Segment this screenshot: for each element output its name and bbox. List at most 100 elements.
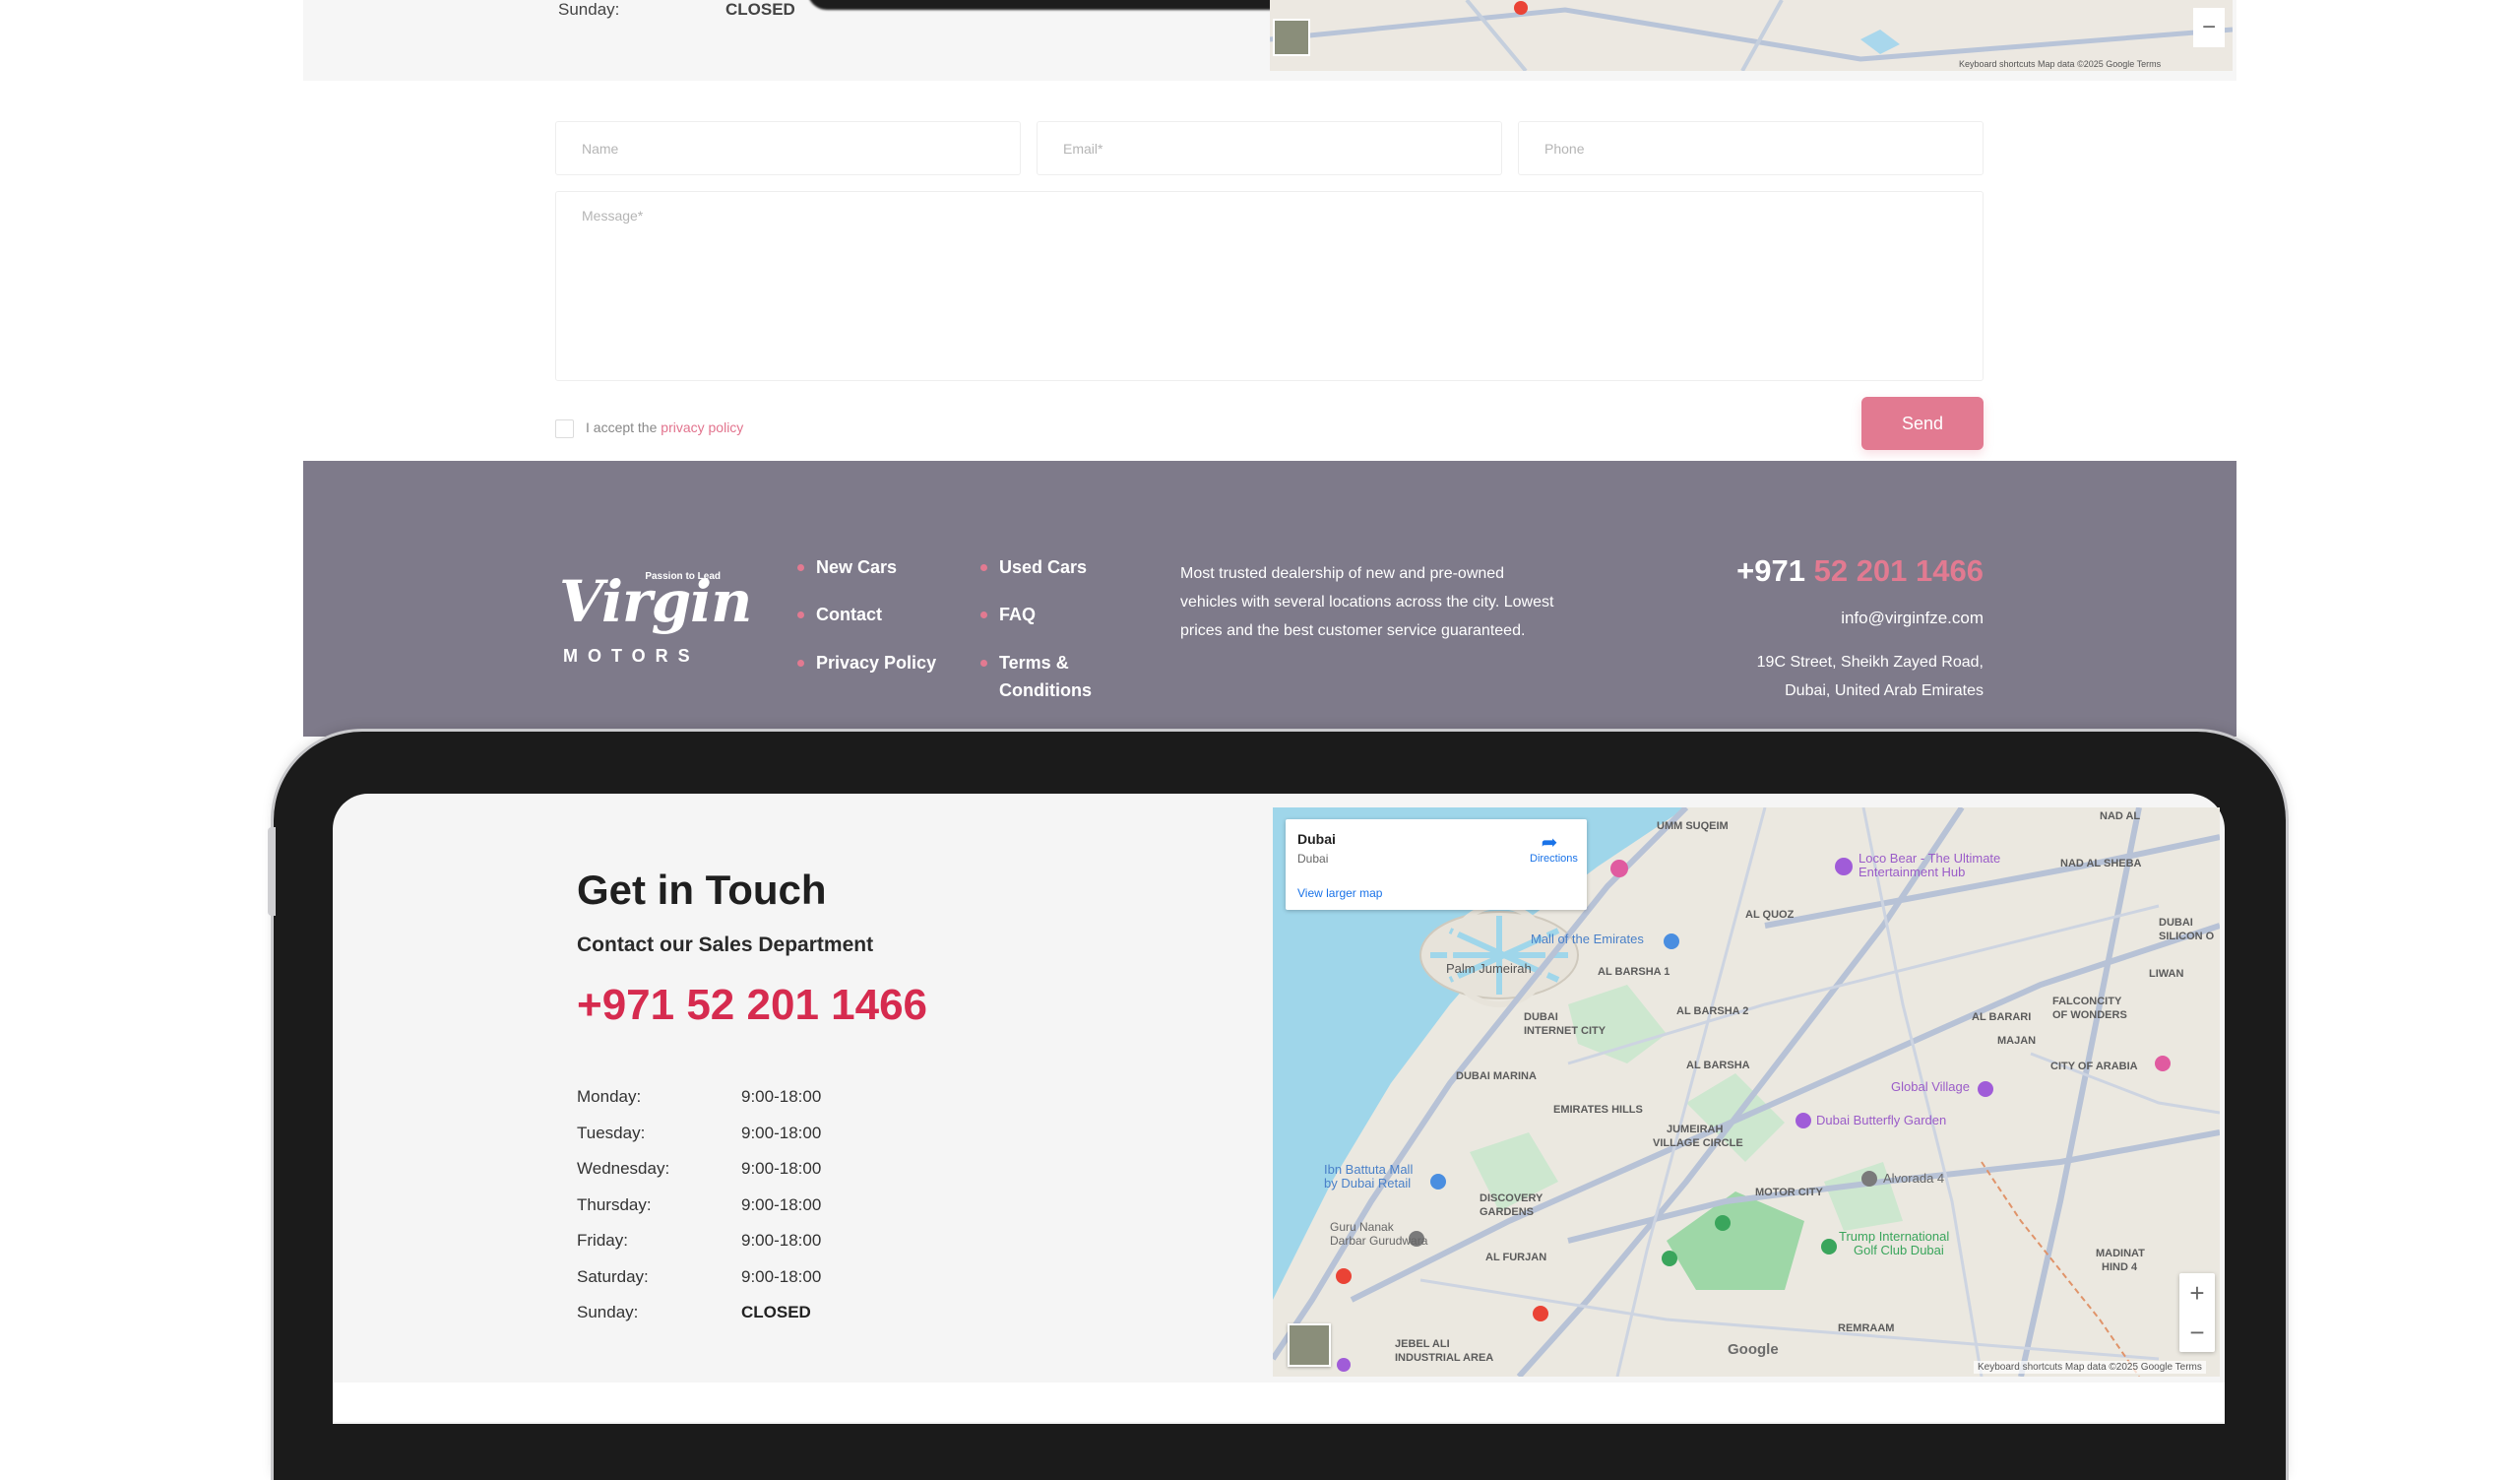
- footer-phone[interactable]: +971 52 201 1466: [1673, 553, 1984, 589]
- svg-text:Trump International: Trump International: [1839, 1229, 1949, 1244]
- footer-link-used-cars[interactable]: Used Cars: [980, 553, 1087, 581]
- hours-time: 9:00-18:00: [741, 1087, 822, 1107]
- svg-text:NAD AL SHEBA: NAD AL SHEBA: [2060, 858, 2142, 869]
- footer-link-faq[interactable]: FAQ: [980, 601, 1036, 628]
- footer-link-label: Privacy Policy: [816, 653, 937, 673]
- hours-row-thursday: Thursday: 9:00-18:00: [577, 1188, 951, 1224]
- svg-text:EMIRATES HILLS: EMIRATES HILLS: [1553, 1104, 1643, 1116]
- opening-hours: Monday: 9:00-18:00 Tuesday: 9:00-18:00 Wed…: [577, 1079, 951, 1331]
- footer-link-privacy-policy[interactable]: Privacy Policy: [797, 649, 936, 676]
- contact-subtitle: Contact our Sales Department: [577, 933, 874, 956]
- zoom-in-button[interactable]: +: [2179, 1273, 2215, 1313]
- svg-text:JEBEL ALI: JEBEL ALI: [1395, 1338, 1450, 1350]
- directions-button[interactable]: ➦ Directions: [1530, 832, 1578, 865]
- footer-link-label: Used Cars: [999, 557, 1088, 577]
- privacy-policy-link[interactable]: privacy policy: [661, 419, 743, 435]
- footer-link-label: Terms & Conditions: [999, 653, 1092, 700]
- svg-text:NAD AL: NAD AL: [2100, 810, 2140, 822]
- footer-phone-number: 52 201 1466: [1813, 553, 1984, 588]
- svg-text:AL FURJAN: AL FURJAN: [1485, 1252, 1546, 1263]
- send-button[interactable]: Send: [1861, 397, 1984, 450]
- bullet-dot: [980, 611, 987, 618]
- svg-text:Golf Club Dubai: Golf Club Dubai: [1854, 1243, 1944, 1257]
- zoom-out-button[interactable]: −: [2179, 1313, 2215, 1352]
- top-sunday-label: Sunday:: [558, 0, 620, 19]
- svg-text:DUBAI: DUBAI: [2159, 917, 2193, 929]
- svg-text:DUBAI MARINA: DUBAI MARINA: [1456, 1070, 1537, 1082]
- svg-text:UMM SUQEIM: UMM SUQEIM: [1657, 820, 1729, 832]
- message-textarea[interactable]: Message*: [555, 191, 1984, 381]
- phone-input[interactable]: Phone: [1518, 121, 1984, 175]
- svg-text:Dubai Butterfly Garden: Dubai Butterfly Garden: [1816, 1113, 1946, 1127]
- hours-day: Thursday:: [577, 1194, 652, 1214]
- svg-text:MADINAT: MADINAT: [2096, 1248, 2145, 1259]
- hours-row-monday: Monday: 9:00-18:00: [577, 1079, 951, 1116]
- footer-address: 19C Street, Sheikh Zayed Road, Dubai, Un…: [1575, 648, 1984, 705]
- name-input[interactable]: Name: [555, 121, 1021, 175]
- footer-email[interactable]: info@virginfze.com: [1673, 609, 1984, 628]
- accept-text: I accept the: [586, 419, 658, 435]
- svg-text:CITY OF ARABIA: CITY OF ARABIA: [2050, 1061, 2138, 1072]
- email-input[interactable]: Email*: [1037, 121, 1502, 175]
- email-placeholder: Email*: [1063, 140, 1103, 157]
- hours-day: Sunday:: [577, 1303, 639, 1322]
- phone-placeholder: Phone: [1544, 140, 1585, 157]
- hours-row-saturday: Saturday: 9:00-18:00: [577, 1259, 951, 1296]
- svg-text:by Dubai Retail: by Dubai Retail: [1324, 1176, 1411, 1190]
- bullet-dot: [797, 660, 804, 667]
- view-larger-map-link[interactable]: View larger map: [1297, 886, 1382, 900]
- contact-phone[interactable]: +971 52 201 1466: [577, 981, 927, 1030]
- svg-text:REMRAAM: REMRAAM: [1838, 1322, 1894, 1334]
- logo-motors: MOTORS: [563, 646, 700, 666]
- hours-day: Monday:: [577, 1087, 642, 1107]
- svg-text:GARDENS: GARDENS: [1480, 1206, 1534, 1218]
- footer-link-label: New Cars: [816, 557, 898, 577]
- footer-link-terms[interactable]: Terms & Conditions: [980, 649, 1099, 704]
- svg-text:FALCONCITY: FALCONCITY: [2052, 996, 2122, 1007]
- hours-time: 9:00-18:00: [741, 1231, 822, 1251]
- map-satellite-toggle[interactable]: [1288, 1323, 1331, 1367]
- footer-address-line2: Dubai, United Arab Emirates: [1785, 682, 1984, 699]
- bullet-dot: [797, 564, 804, 571]
- tablet-screen-bottom: [333, 1383, 2225, 1422]
- svg-text:Entertainment Hub: Entertainment Hub: [1858, 865, 1965, 879]
- directions-label: Directions: [1530, 853, 1578, 865]
- name-placeholder: Name: [582, 140, 619, 157]
- svg-text:INTERNET CITY: INTERNET CITY: [1524, 1025, 1606, 1037]
- hours-time: 9:00-18:00: [741, 1266, 822, 1286]
- svg-text:OF WONDERS: OF WONDERS: [2052, 1009, 2127, 1021]
- map-card-subtitle: Dubai: [1297, 852, 1329, 866]
- hours-day: Friday:: [577, 1231, 628, 1251]
- bullet-dot: [797, 611, 804, 618]
- privacy-checkbox[interactable]: [555, 419, 574, 438]
- svg-text:Alvorada 4: Alvorada 4: [1883, 1171, 1944, 1186]
- svg-text:Loco Bear - The Ultimate: Loco Bear - The Ultimate: [1858, 851, 2000, 866]
- hours-row-friday: Friday: 9:00-18:00: [577, 1223, 951, 1259]
- hours-day: Wednesday:: [577, 1159, 670, 1179]
- top-map-zoom-out[interactable]: −: [2193, 8, 2225, 47]
- svg-text:INDUSTRIAL AREA: INDUSTRIAL AREA: [1395, 1352, 1493, 1364]
- svg-text:Palm Jumeirah: Palm Jumeirah: [1446, 961, 1532, 976]
- hours-day: Tuesday:: [577, 1123, 646, 1142]
- svg-text:DUBAI: DUBAI: [1524, 1011, 1558, 1023]
- svg-text:Guru Nanak: Guru Nanak: [1330, 1220, 1395, 1234]
- map-attribution[interactable]: Keyboard shortcuts Map data ©2025 Google…: [1974, 1361, 2206, 1374]
- hours-row-tuesday: Tuesday: 9:00-18:00: [577, 1116, 951, 1152]
- hours-time: 9:00-18:00: [741, 1123, 822, 1142]
- virgin-motors-logo[interactable]: Passion to Lead Virgin MOTORS: [557, 571, 752, 666]
- svg-text:MOTOR CITY: MOTOR CITY: [1755, 1187, 1824, 1198]
- hours-day: Saturday:: [577, 1266, 649, 1286]
- footer-link-contact[interactable]: Contact: [797, 601, 882, 628]
- tablet-side-button: [268, 827, 276, 916]
- svg-text:HIND 4: HIND 4: [2102, 1261, 2138, 1273]
- bullet-dot: [980, 564, 987, 571]
- directions-icon: ➦: [1541, 832, 1558, 854]
- svg-text:AL BARARI: AL BARARI: [1972, 1011, 2031, 1023]
- footer-link-label: FAQ: [999, 605, 1037, 624]
- svg-text:Global Village: Global Village: [1891, 1079, 1970, 1094]
- footer-link-new-cars[interactable]: New Cars: [797, 553, 897, 581]
- message-placeholder: Message*: [582, 208, 644, 224]
- svg-text:AL BARSHA 1: AL BARSHA 1: [1598, 966, 1670, 978]
- footer-address-line1: 19C Street, Sheikh Zayed Road,: [1756, 654, 1984, 671]
- hours-time: 9:00-18:00: [741, 1159, 822, 1179]
